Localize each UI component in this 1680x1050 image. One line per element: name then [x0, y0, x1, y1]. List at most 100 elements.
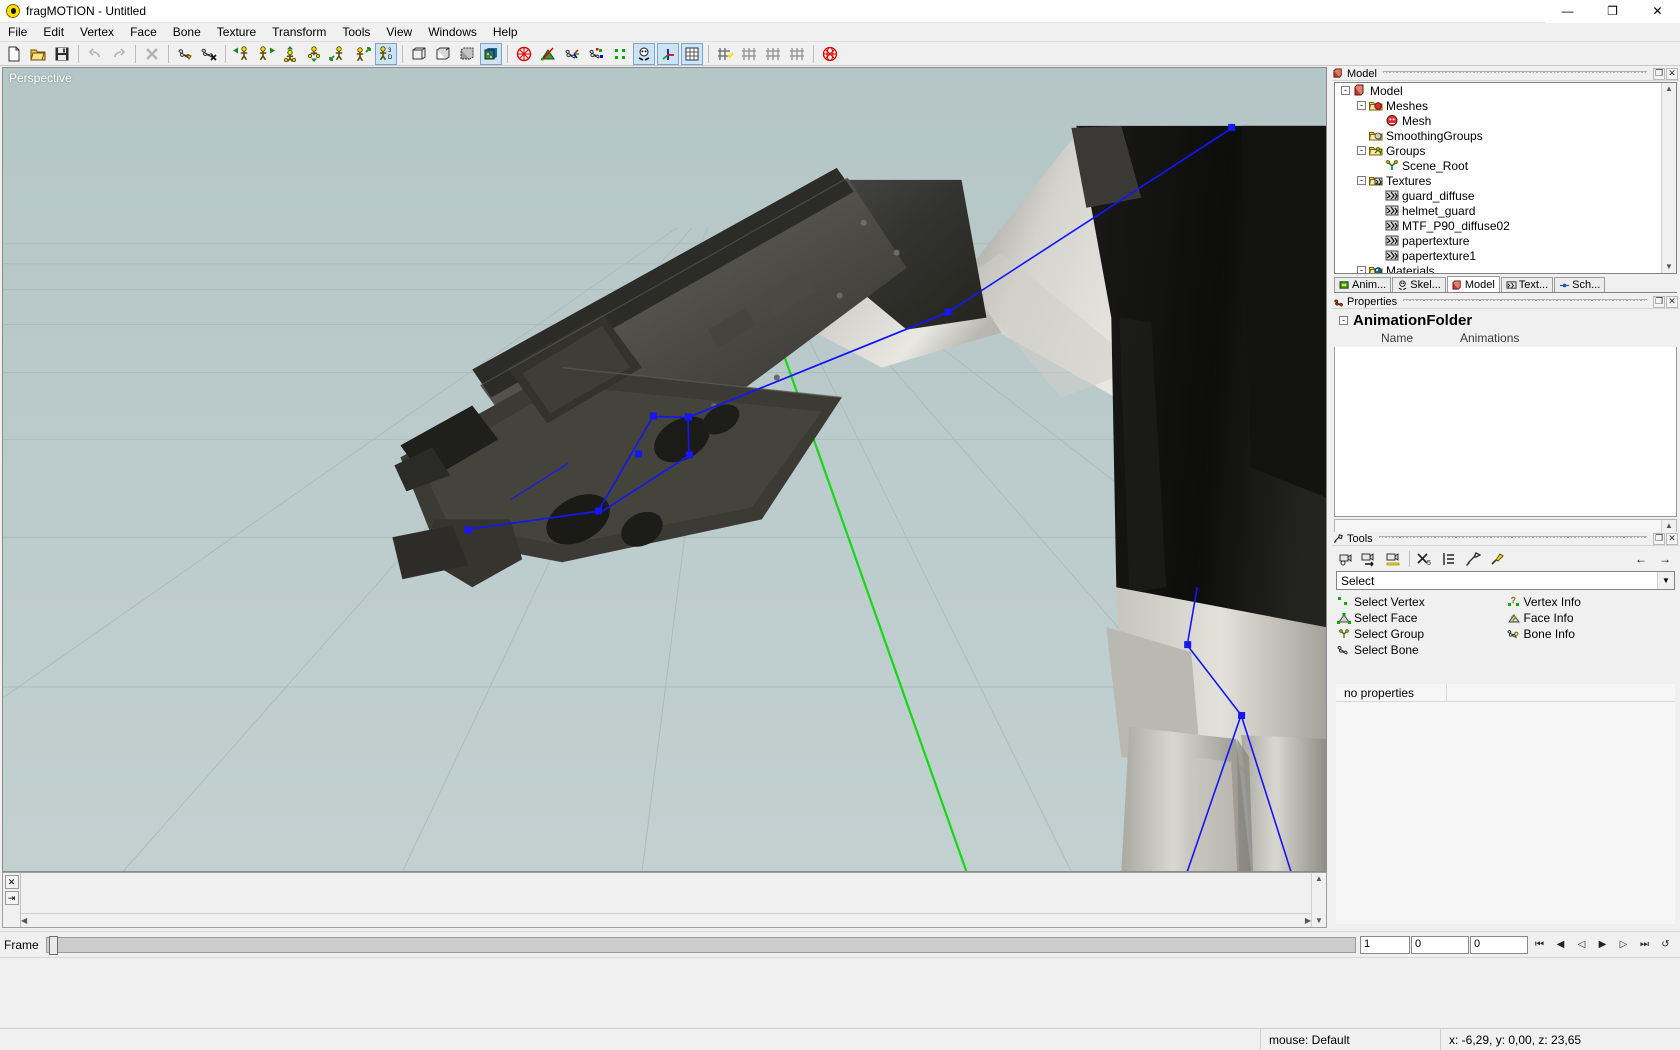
tree-expander[interactable]: - [1357, 146, 1366, 155]
maximize-button[interactable]: ❐ [1590, 0, 1635, 23]
menu-help[interactable]: Help [485, 23, 526, 41]
tools-nav-next-button[interactable]: → [1653, 549, 1677, 569]
figure-rotate-left-icon[interactable] [327, 43, 349, 65]
grid-icon[interactable] [681, 42, 703, 65]
start-frame-input[interactable]: 0 [1411, 935, 1469, 954]
tree-item-groups[interactable]: - Groups [1335, 143, 1676, 158]
end-frame-input[interactable]: 0 [1470, 935, 1528, 954]
menu-view[interactable]: View [378, 23, 420, 41]
properties-panel-grip[interactable] [1403, 297, 1647, 306]
box-flat-icon[interactable] [432, 43, 454, 65]
tools-panel-float-button[interactable]: ❐ [1653, 532, 1665, 545]
menu-windows[interactable]: Windows [420, 23, 485, 41]
tool-action-select-bone[interactable]: Select Bone [1336, 642, 1506, 658]
tool-camera-measure-icon[interactable] [1382, 549, 1406, 569]
tool-paint-icon[interactable] [1485, 549, 1509, 569]
tool-camera-icon[interactable] [1334, 549, 1358, 569]
dock-tab-sch[interactable]: Sch... [1554, 277, 1606, 292]
tool-camera-next-icon[interactable] [1358, 549, 1382, 569]
model-panel-grip[interactable] [1382, 69, 1647, 78]
scroll-up-icon[interactable]: ▲ [1315, 873, 1323, 885]
target-icon[interactable] [513, 43, 535, 65]
box-textured-icon[interactable] [480, 42, 502, 65]
minimize-button[interactable]: — [1545, 0, 1590, 23]
tree-item-mtf-p90-diffuse02[interactable]: MTF_P90_diffuse02 [1335, 218, 1676, 233]
figure-move-left-icon[interactable] [231, 43, 253, 65]
tool-action-bone-info[interactable]: ? Bone Info [1506, 626, 1676, 642]
go-first-frame-button[interactable]: ⏮ [1529, 934, 1550, 955]
frame-slider-thumb[interactable] [49, 935, 58, 955]
tool-hammer-icon[interactable] [1461, 549, 1485, 569]
scroll-down-icon[interactable]: ▼ [1315, 915, 1323, 927]
mesh-sub-1-icon[interactable] [738, 43, 760, 65]
tree-item-guard-diffuse[interactable]: guard_diffuse [1335, 188, 1676, 203]
tools-panel-grip[interactable] [1378, 534, 1647, 543]
chevron-down-icon[interactable]: ▼ [1657, 572, 1674, 589]
model-panel-float-button[interactable]: ❐ [1653, 67, 1665, 80]
perspective-viewport[interactable]: Perspective [2, 67, 1327, 872]
scroll-right-icon[interactable]: ▶ [1305, 915, 1311, 927]
tool-action-face-info[interactable]: ? Face Info [1506, 610, 1676, 626]
tree-expander[interactable]: - [1357, 101, 1366, 110]
menu-file[interactable]: File [0, 23, 35, 41]
tools-panel-close-button[interactable]: ✕ [1666, 532, 1678, 545]
mesh-sub-2-icon[interactable] [762, 43, 784, 65]
tool-action-select-vertex[interactable]: Select Vertex [1336, 594, 1506, 610]
box-shaded-icon[interactable] [456, 43, 478, 65]
tool-wand-icon[interactable]: 5 [1413, 549, 1437, 569]
face-normal-icon[interactable] [537, 43, 559, 65]
menu-texture[interactable]: Texture [209, 23, 264, 41]
play-button[interactable]: ▶ [1592, 934, 1613, 955]
mesh-add-icon[interactable] [714, 43, 736, 65]
dock-tab-skel[interactable]: Skel... [1392, 277, 1446, 292]
tree-item-model[interactable]: - Model [1335, 83, 1676, 98]
vertex-dots-icon[interactable] [609, 43, 631, 65]
skeleton-icon[interactable] [633, 42, 655, 65]
properties-panel-close-button[interactable]: ✕ [1666, 295, 1678, 308]
tree-expander[interactable]: - [1357, 266, 1366, 273]
new-file-icon[interactable] [3, 43, 25, 65]
model-tree-scrollbar[interactable]: ▲ ▼ [1661, 83, 1676, 273]
scroll-up-icon[interactable]: ▲ [1665, 83, 1673, 95]
figure-3d-icon[interactable]: 3D [375, 42, 397, 65]
tree-item-scene-root[interactable]: Scene_Root [1335, 158, 1676, 173]
tree-item-papertexture1[interactable]: papertexture1 [1335, 248, 1676, 263]
properties-grid[interactable] [1334, 347, 1677, 517]
properties-panel-float-button[interactable]: ❐ [1653, 295, 1665, 308]
menu-tools[interactable]: Tools [334, 23, 378, 41]
timeline-pin-button[interactable]: ⇥ [4, 891, 19, 905]
save-file-icon[interactable] [51, 43, 73, 65]
dock-tab-model[interactable]: Model [1446, 276, 1500, 292]
delete-icon[interactable] [141, 43, 163, 65]
model-tree[interactable]: - Model - Meshes Mesh SmoothingGroups - Groups S… [1334, 82, 1677, 274]
dock-tab-text[interactable]: Text... [1500, 277, 1554, 292]
bone-delete-icon[interactable] [198, 43, 220, 65]
box-wireframe-icon[interactable] [408, 43, 430, 65]
bone-select-icon[interactable] [174, 43, 196, 65]
figure-move-right-icon[interactable] [255, 43, 277, 65]
tool-list-icon[interactable] [1437, 549, 1461, 569]
tree-expander[interactable]: - [1357, 176, 1366, 185]
menu-transform[interactable]: Transform [264, 23, 334, 41]
menu-face[interactable]: Face [122, 23, 165, 41]
timeline-close-button[interactable]: ✕ [4, 875, 19, 889]
menu-edit[interactable]: Edit [35, 23, 72, 41]
redo-icon[interactable] [108, 43, 130, 65]
undo-icon[interactable] [84, 43, 106, 65]
figure-move-down-icon[interactable] [303, 43, 325, 65]
tools-nav-prev-button[interactable]: ← [1629, 549, 1653, 569]
axis-joint-icon[interactable] [585, 43, 607, 65]
tree-item-materials[interactable]: - Materials [1335, 263, 1676, 273]
scroll-up-icon[interactable]: ▲ [1665, 520, 1673, 532]
scroll-down-icon[interactable]: ▼ [1665, 261, 1673, 273]
step-back-button[interactable]: ◀ [1550, 934, 1571, 955]
loop-button[interactable]: ↺ [1655, 934, 1676, 955]
axis-gizmo-icon[interactable] [657, 42, 679, 65]
timeline-horizontal-scrollbar[interactable]: ◀ ▶ [21, 913, 1311, 927]
tools-mode-select[interactable]: Select ▼ [1336, 571, 1675, 590]
open-file-icon[interactable] [27, 43, 49, 65]
tree-item-helmet-guard[interactable]: helmet_guard [1335, 203, 1676, 218]
step-forward-button[interactable]: ▷ [1613, 934, 1634, 955]
frame-slider[interactable] [46, 935, 1356, 955]
scroll-left-icon[interactable]: ◀ [21, 915, 27, 927]
